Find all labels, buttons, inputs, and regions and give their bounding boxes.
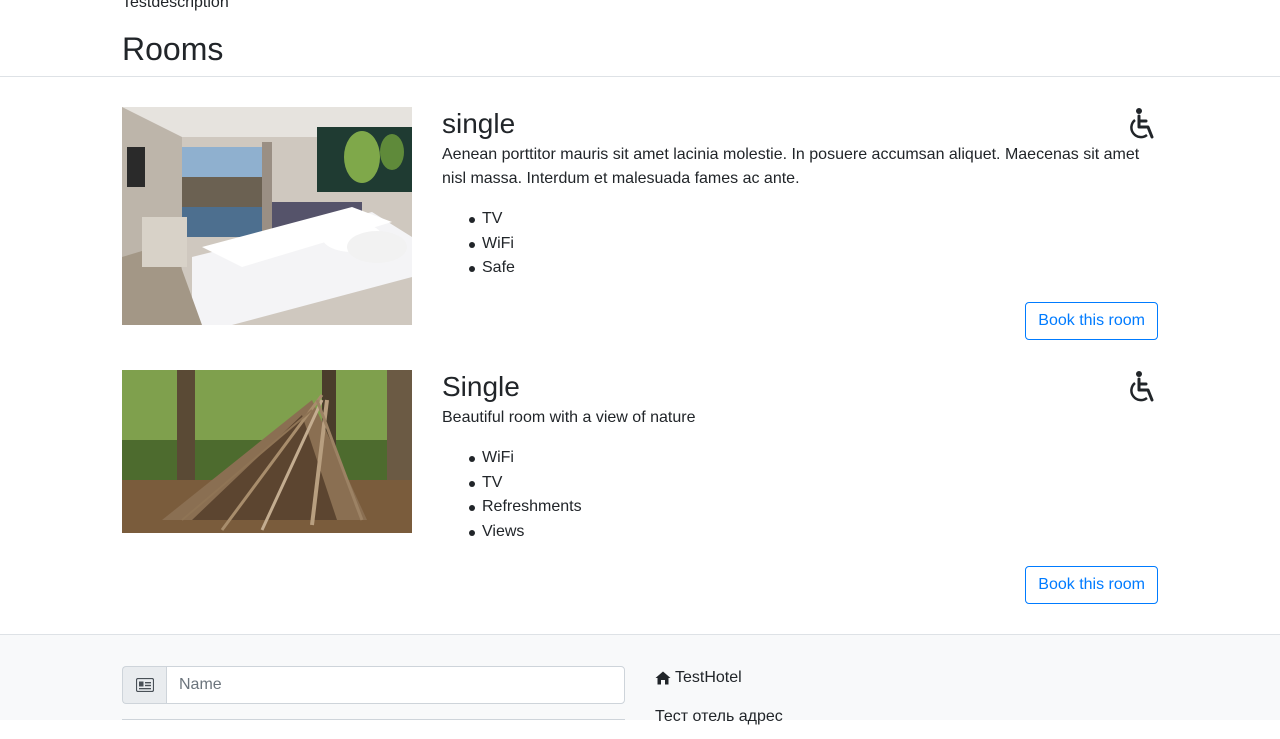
name-input-group xyxy=(122,666,625,704)
room-type: Single xyxy=(442,371,520,402)
room-details: single Aenean porttitor mauris sit amet … xyxy=(442,107,1158,281)
room-type: single xyxy=(442,108,516,139)
hotel-description: Testdescription xyxy=(122,0,229,11)
room-image-forest-shelter xyxy=(122,370,412,533)
list-item: Views xyxy=(466,520,1158,545)
room-description: Aenean porttitor mauris sit amet lacinia… xyxy=(442,146,1140,187)
book-room-button[interactable]: Book this room xyxy=(1025,302,1158,340)
list-item: WiFi xyxy=(466,232,1158,257)
list-item: Safe xyxy=(466,256,1158,281)
list-item: TV xyxy=(466,207,1158,232)
list-item: TV xyxy=(466,471,1158,496)
divider xyxy=(0,76,1280,77)
room-features: TV WiFi Safe xyxy=(442,207,1158,281)
room-card: single Aenean porttitor mauris sit amet … xyxy=(122,107,1158,347)
hotel-name: TestHotel xyxy=(655,668,742,688)
hotel-address: Тест отель адрес xyxy=(655,708,783,725)
book-room-button[interactable]: Book this room xyxy=(1025,566,1158,604)
contact-section: TestHotel Тест отель адрес xyxy=(0,634,1280,725)
hotel-name-text: TestHotel xyxy=(675,669,742,686)
room-details: Single Beautiful room with a view of nat… xyxy=(442,370,1158,544)
name-field[interactable] xyxy=(166,666,625,704)
wheelchair-icon xyxy=(1130,108,1154,139)
id-card-icon xyxy=(122,666,166,704)
room-card: Single Beautiful room with a view of nat… xyxy=(122,370,1158,610)
next-input-field[interactable] xyxy=(122,719,625,739)
home-icon xyxy=(655,671,671,685)
room-image-hotel-bedroom xyxy=(122,107,412,325)
page-title: Rooms xyxy=(122,31,224,67)
room-description: Beautiful room with a view of nature xyxy=(442,409,696,426)
room-features: WiFi TV Refreshments Views xyxy=(442,446,1158,544)
wheelchair-icon xyxy=(1130,371,1154,402)
list-item: WiFi xyxy=(466,446,1158,471)
list-item: Refreshments xyxy=(466,495,1158,520)
